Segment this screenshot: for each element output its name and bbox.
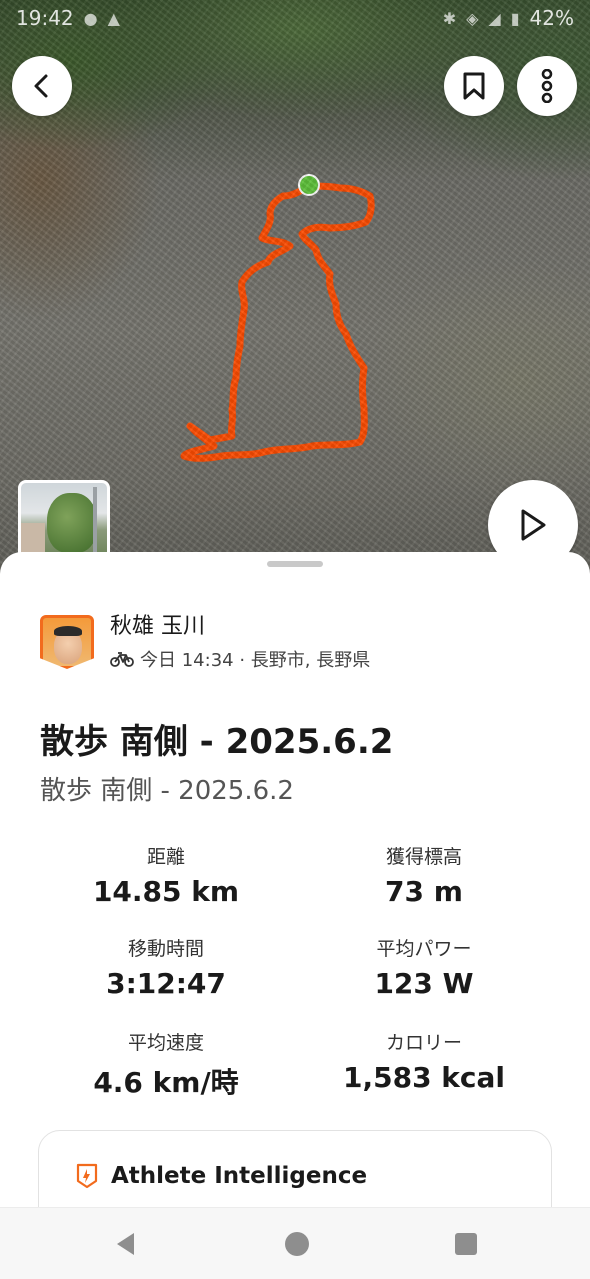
stat-value: 4.6 km/時 <box>93 1066 239 1099</box>
back-arrow-icon <box>34 74 48 98</box>
stat-calories: カロリー 1,583 kcal <box>294 1028 554 1094</box>
stat-average-speed: 平均速度 4.6 km/時 <box>36 1028 296 1101</box>
athlete-intelligence-icon <box>76 1163 98 1189</box>
stat-label: 平均パワー <box>376 938 472 960</box>
square-recents-icon <box>455 1233 477 1255</box>
stat-elevation-gain: 獲得標高 73 m <box>294 842 554 908</box>
stat-label: 距離 <box>146 846 185 868</box>
athlete-name[interactable]: 秋雄 玉川 <box>110 612 370 642</box>
more-vertical-icon <box>541 69 553 103</box>
wifi-icon: ◈ <box>466 8 479 28</box>
stat-label: 平均速度 <box>127 1032 204 1054</box>
bicycle-icon <box>110 652 134 667</box>
sheet-drag-handle[interactable] <box>267 561 323 567</box>
stat-distance: 距離 14.85 km <box>36 842 296 908</box>
circle-home-icon <box>285 1232 309 1256</box>
route-line <box>180 182 375 462</box>
photo-tree <box>47 493 97 553</box>
activity-time-location: 今日 14:34 · 長野市, 長野県 <box>140 650 371 671</box>
stat-label: 獲得標高 <box>385 846 462 868</box>
start-marker <box>298 174 320 196</box>
avatar[interactable] <box>40 615 94 669</box>
avatar-hair <box>54 626 82 636</box>
battery-level: 42% <box>529 6 574 30</box>
stat-value: 123 W <box>374 967 474 1000</box>
status-time: 19:42 <box>16 6 74 30</box>
warning-icon: ▲ <box>107 8 120 28</box>
system-recents-button[interactable] <box>452 1230 480 1258</box>
stat-average-power: 平均パワー 123 W <box>294 934 554 1000</box>
back-button[interactable] <box>12 56 72 116</box>
battery-icon: ▮ <box>510 8 520 28</box>
more-options-button[interactable] <box>517 56 577 116</box>
system-home-button[interactable] <box>283 1230 311 1258</box>
stat-moving-time: 移動時間 3:12:47 <box>36 934 296 1000</box>
stat-value: 3:12:47 <box>106 967 226 1000</box>
activity-map[interactable]: 19:42 ● ▲ ✱ ◈ ◢ ▮ 42% <box>0 0 590 600</box>
activity-description: 散歩 南側 - 2025.6.2 <box>40 776 294 806</box>
stat-value: 1,583 kcal <box>342 1061 506 1094</box>
activity-title: 散歩 南側 - 2025.6.2 <box>40 722 394 762</box>
athlete-intelligence-title: Athlete Intelligence <box>111 1163 368 1189</box>
activity-detail-sheet: 秋雄 玉川 今日 14:34 · 長野市, 長野県 散歩 南側 - 2025.6… <box>0 552 590 1250</box>
bluetooth-icon: ✱ <box>442 8 457 28</box>
bookmark-button[interactable] <box>444 56 504 116</box>
triangle-back-icon <box>117 1233 134 1255</box>
bookmark-icon <box>463 72 485 100</box>
system-navigation-bar <box>0 1207 590 1279</box>
system-back-button[interactable] <box>112 1230 140 1258</box>
signal-icon: ◢ <box>488 8 501 28</box>
play-icon <box>521 509 546 541</box>
notification-icon: ● <box>83 8 98 28</box>
athlete-header[interactable]: 秋雄 玉川 今日 14:34 · 長野市, 長野県 <box>40 612 370 672</box>
stat-value: 73 m <box>385 875 463 908</box>
stat-value: 14.85 km <box>92 875 240 908</box>
activity-meta: 今日 14:34 · 長野市, 長野県 <box>110 646 370 672</box>
stat-label: 移動時間 <box>127 938 204 960</box>
stat-label: カロリー <box>385 1032 462 1054</box>
status-bar: 19:42 ● ▲ ✱ ◈ ◢ ▮ 42% <box>0 0 590 36</box>
